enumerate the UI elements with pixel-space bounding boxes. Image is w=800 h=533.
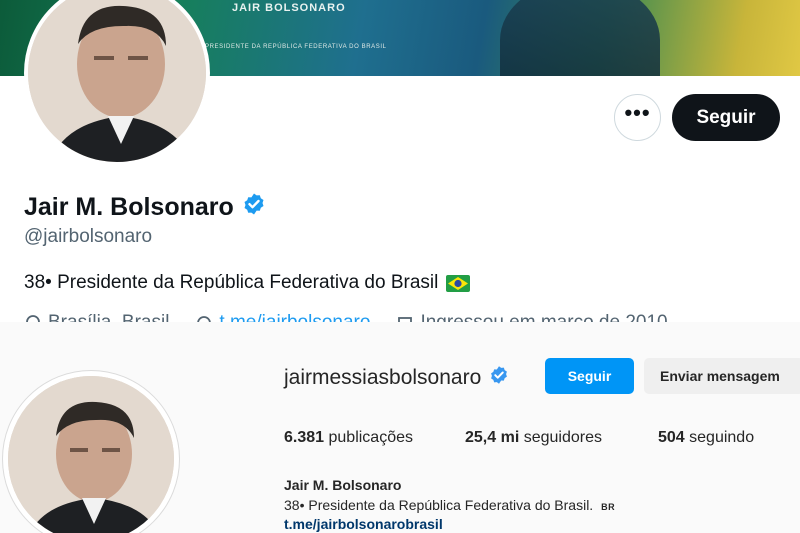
website-link-text[interactable]: t.me/jairbolsonaro xyxy=(219,312,370,322)
banner-figure xyxy=(500,0,660,76)
bio: 38• Presidente da República Federativa d… xyxy=(284,497,615,513)
handle: @jairbolsonaro xyxy=(24,226,153,247)
follow-button[interactable]: Seguir xyxy=(672,94,780,141)
followers-value: 25,4 mi xyxy=(465,429,520,446)
bio-text: 38• Presidente da República Federativa d… xyxy=(24,272,439,293)
twitter-profile: JAIR BOLSONARO PRESIDENTE DA REPÚBLICA F… xyxy=(0,0,800,322)
bio-text: 38• Presidente da República Federativa d… xyxy=(284,497,594,513)
posts-value: 6.381 xyxy=(284,429,325,446)
following-count[interactable]: 504 seguindo xyxy=(658,429,754,447)
display-name: Jair M. Bolsonaro xyxy=(24,193,234,221)
join-date: Ingressou em março de 2010 xyxy=(396,312,668,322)
username-row: jairmessiasbolsonaro xyxy=(284,365,509,391)
location-text: Brasília, Brasil xyxy=(48,312,169,322)
verified-badge-icon xyxy=(242,192,266,223)
username: jairmessiasbolsonaro xyxy=(284,366,482,389)
profile-meta: Brasília, Brasil t.me/jairbolsonaro Ingr… xyxy=(24,312,668,322)
website-link[interactable]: t.me/jairbolsonaro xyxy=(195,312,370,322)
instagram-avatar[interactable] xyxy=(8,376,174,533)
posts-count: 6.381 publicações xyxy=(284,429,465,447)
banner-title: JAIR BOLSONARO xyxy=(232,2,346,14)
location-icon xyxy=(26,315,40,322)
followers-count[interactable]: 25,4 mi seguidores xyxy=(465,429,658,447)
following-label: seguindo xyxy=(689,429,755,446)
profile-name-row: Jair M. Bolsonaro xyxy=(24,192,266,223)
link-icon xyxy=(197,316,212,322)
full-name: Jair M. Bolsonaro xyxy=(284,477,402,493)
avatar[interactable] xyxy=(24,0,210,166)
banner-title-first: JAIR xyxy=(232,2,262,14)
banner-subtitle: PRESIDENTE DA REPÚBLICA FEDERATIVA DO BR… xyxy=(205,44,387,50)
brazil-flag-icon xyxy=(446,274,471,292)
location: Brasília, Brasil xyxy=(24,312,169,322)
calendar-icon xyxy=(398,317,413,322)
profile-stats: 6.381 publicações 25,4 mi seguidores 504… xyxy=(284,429,754,447)
instagram-profile: jairmessiasbolsonaro Seguir Enviar mensa… xyxy=(0,322,800,533)
more-options-button[interactable]: ••• xyxy=(614,94,661,141)
follow-button[interactable]: Seguir xyxy=(545,358,634,394)
send-message-button[interactable]: Enviar mensagem xyxy=(644,358,800,394)
following-value: 504 xyxy=(658,429,685,446)
bio-country-tag: BR xyxy=(601,502,616,512)
verified-badge-icon xyxy=(489,365,509,391)
join-date-text: Ingressou em março de 2010 xyxy=(420,312,667,322)
banner-title-last: BOLSONARO xyxy=(265,2,346,14)
bio-link[interactable]: t.me/jairbolsonarobrasil xyxy=(284,516,443,532)
bio-row: 38• Presidente da República Federativa d… xyxy=(24,272,471,294)
followers-label: seguidores xyxy=(523,429,602,446)
posts-label: publicações xyxy=(328,429,414,446)
